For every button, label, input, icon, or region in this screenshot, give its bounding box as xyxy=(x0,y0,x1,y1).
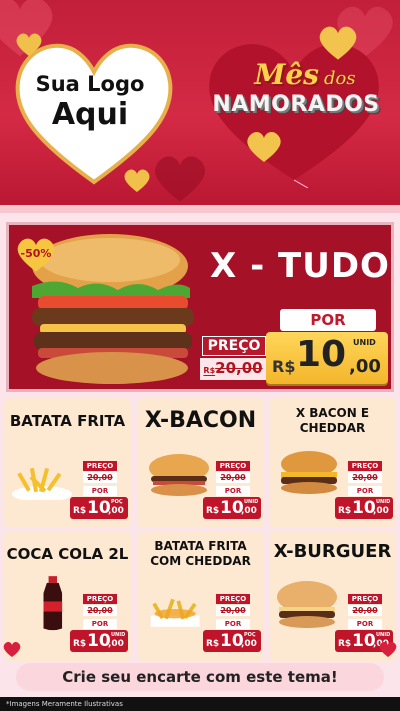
product-image xyxy=(149,454,209,496)
product-name: BATATA FRITA COM CHEDDAR xyxy=(150,539,251,568)
mini-price-cents: ,00 xyxy=(108,639,124,649)
product-card[interactable]: BATATA FRITA COM CHEDDAR PREÇO 20,00 POR R$ 1… xyxy=(137,531,264,661)
decor-heart-icon xyxy=(379,642,397,657)
featured-name: X - TUDO xyxy=(210,246,390,286)
gold-heart-icon xyxy=(16,33,42,56)
logo-line1: Sua Logo xyxy=(35,72,145,96)
mini-old-price: 20,00 xyxy=(83,472,117,483)
mini-preco-label: PREÇO xyxy=(216,594,250,604)
product-image xyxy=(150,598,200,627)
mini-currency: R$ xyxy=(338,639,352,649)
mini-unit: POÇ xyxy=(244,632,256,638)
product-name: X-BACON xyxy=(144,408,257,433)
mini-price-cents: ,00 xyxy=(241,639,257,649)
featured-currency: R$ xyxy=(272,357,296,376)
gold-heart-icon xyxy=(247,132,281,162)
product-name: COCA COLA 2L xyxy=(6,545,129,563)
mini-unit: UNID xyxy=(111,632,126,638)
mini-price-cents: ,00 xyxy=(373,506,389,516)
mini-old-price: 20,00 xyxy=(216,605,250,616)
title-dos: dos xyxy=(324,68,356,89)
product-name: BATATA FRITA xyxy=(9,412,126,430)
mini-por-label: POR xyxy=(83,486,117,496)
mini-unit: POÇ xyxy=(111,499,123,505)
mini-por-label: POR xyxy=(348,486,382,496)
mini-old-price: 20,00 xyxy=(348,472,382,483)
mini-price-cents: ,00 xyxy=(108,506,124,516)
product-card[interactable]: BATATA FRITA PREÇO 20,00 POR R$ 10,00 POÇ xyxy=(4,398,131,528)
product-card[interactable]: X BACON E CHEDDAR PREÇO 20,00 POR R$ 10,00 UNI… xyxy=(269,398,396,528)
mini-preco-label: PREÇO xyxy=(348,594,382,604)
product-image xyxy=(12,467,72,500)
product-image xyxy=(277,581,337,628)
logo-line2: Aqui xyxy=(51,97,129,132)
decor-heart-icon xyxy=(3,642,21,657)
product-card[interactable]: X-BACON PREÇO 20,00 POR R$ 10,00 UNID xyxy=(137,398,264,528)
mini-unit: UNID xyxy=(376,499,391,505)
gold-heart-icon xyxy=(319,26,357,60)
product-image xyxy=(281,451,337,494)
header-divider xyxy=(0,205,400,213)
mini-currency: R$ xyxy=(206,639,220,649)
featured-price-int: 10 xyxy=(296,334,347,375)
gold-heart-icon xyxy=(124,169,150,192)
mini-currency: R$ xyxy=(73,506,87,516)
mini-unit: UNID xyxy=(244,499,259,505)
product-name: X-BURGUER xyxy=(273,541,392,562)
title-mes: Mês xyxy=(254,58,319,91)
discount-badge: -50% xyxy=(20,247,52,260)
mini-por-label: POR xyxy=(216,619,250,629)
product-card[interactable]: X-BURGUERPREÇO20,00PORR$10,00UNID xyxy=(269,531,396,661)
mini-por-label: POR xyxy=(348,619,382,629)
mini-currency: R$ xyxy=(73,639,87,649)
mini-preco-label: PREÇO xyxy=(83,461,117,471)
mini-preco-label: PREÇO xyxy=(216,461,250,471)
featured-price-cents: ,00 xyxy=(349,356,381,377)
mini-price-cents: ,00 xyxy=(241,506,257,516)
logo-placeholder: Sua Logo Aqui xyxy=(20,72,160,134)
mini-old-price: 20,00 xyxy=(216,472,250,483)
mini-por-label: POR xyxy=(216,486,250,496)
mini-por-label: POR xyxy=(83,619,117,629)
product-card[interactable]: COCA COLA 2L PREÇO 20,00 POR R$ 10,00 UNID xyxy=(4,531,131,661)
mini-old-price: 20,00 xyxy=(83,605,117,616)
featured-old-price: R$20,00 xyxy=(203,359,263,377)
featured-unit: UNID xyxy=(353,338,376,347)
featured-preco-label: PREÇO xyxy=(202,336,266,356)
mini-currency: R$ xyxy=(338,506,352,516)
mini-preco-label: PREÇO xyxy=(83,594,117,604)
event-title: Mês dos xyxy=(215,58,395,91)
product-name: X BACON E CHEDDAR xyxy=(295,406,370,435)
footnote: *Imagens Meramente Ilustrativas xyxy=(0,697,400,711)
title-namorados: NAMORADOS xyxy=(212,92,380,117)
mini-unit: UNID xyxy=(376,632,391,638)
mini-old-price: 20,00 xyxy=(348,605,382,616)
cta-banner[interactable]: Crie seu encarte com este tema! xyxy=(16,663,384,691)
featured-por-label: POR xyxy=(280,309,376,331)
product-image xyxy=(43,576,63,631)
mini-currency: R$ xyxy=(206,506,220,516)
mini-preco-label: PREÇO xyxy=(348,461,382,471)
